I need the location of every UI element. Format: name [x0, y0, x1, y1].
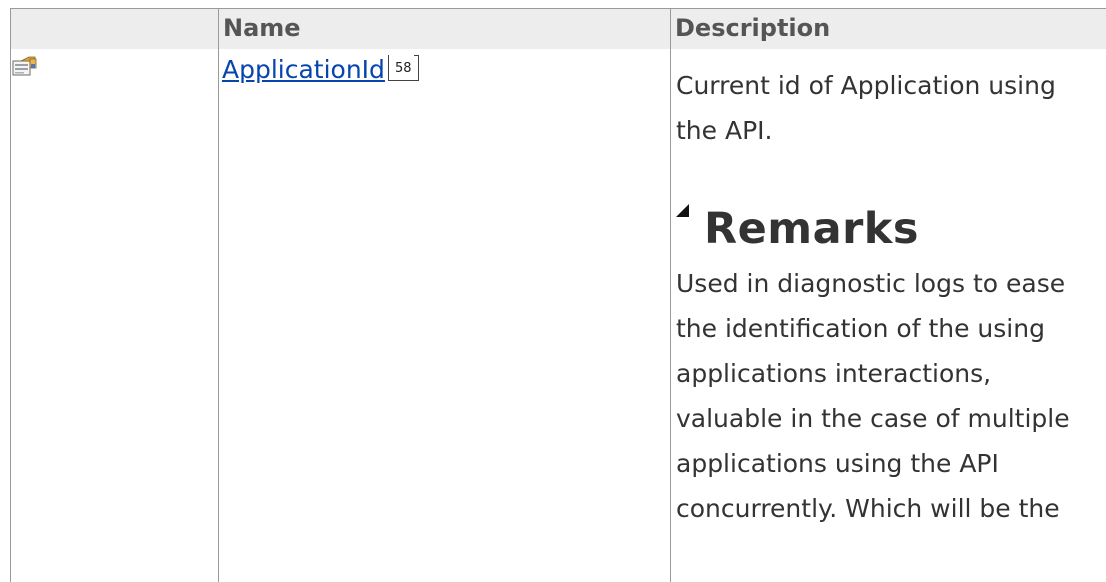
collapse-triangle-icon[interactable] [676, 204, 689, 217]
header-description: Description [670, 8, 1106, 49]
members-table: Name Description ApplicationId 58 Curren… [0, 0, 1106, 582]
remarks-section-header: Remarks [676, 199, 1101, 261]
name-cell: ApplicationId 58 [222, 52, 419, 92]
header-icon-column [10, 8, 218, 49]
description-summary: Current id of Application using the API. [676, 71, 1056, 145]
table-left-border [10, 8, 11, 582]
remarks-text: Used in diagnostic logs to ease the iden… [676, 269, 1070, 523]
remarks-heading: Remarks [704, 204, 919, 254]
page-reference: 58 [387, 55, 419, 81]
column-divider-description [670, 8, 671, 582]
header-name: Name [218, 8, 670, 49]
property-icon [12, 55, 38, 77]
member-link-applicationid[interactable]: ApplicationId [222, 52, 385, 88]
column-divider-name [218, 8, 219, 582]
table-top-border [10, 8, 1106, 9]
description-cell: Current id of Application using the API.… [676, 63, 1101, 531]
